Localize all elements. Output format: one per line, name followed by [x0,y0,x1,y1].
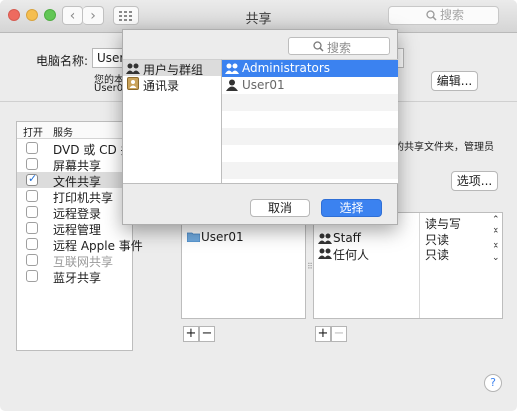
computer-name-info-line2: User0 [94,83,124,94]
contacts-book-icon [127,77,139,90]
group-icon [318,248,332,259]
service-row[interactable]: 远程 Apple 事件 [17,236,143,253]
search-icon [313,41,324,52]
shared-folder-label: User01 [201,230,244,244]
service-checkbox[interactable]: ✓ [26,172,38,186]
updown-arrows-icon[interactable]: ⌃ ⌄ [492,246,500,263]
remove-folder-button[interactable]: − [199,326,215,342]
service-checkbox[interactable] [26,238,38,250]
users-list: 读与写 ⌃ ⌄ Staff 只读 ⌃ ⌄ 任何人 只读 ⌃ ⌄ [313,212,503,319]
service-row[interactable]: ✓ 文件共享 [17,172,132,189]
service-row[interactable]: 蓝牙共享 [17,268,132,285]
service-checkbox[interactable] [26,190,38,202]
user-row[interactable]: Staff 只读 ⌃ ⌄ [314,230,502,248]
sheet-search-field[interactable]: 搜索 [288,37,390,55]
group-icon [318,233,332,244]
group-icon [126,63,140,74]
service-row[interactable]: 远程登录 [17,204,132,221]
search-placeholder: 搜索 [440,8,465,22]
empty-row [222,94,398,111]
shared-folder-row[interactable]: User01 [182,229,305,245]
add-folder-button[interactable]: + [183,326,199,342]
service-row[interactable]: DVD 或 CD 共享 [17,140,145,157]
cancel-button[interactable]: 取消 [250,199,310,217]
member-item-administrators[interactable]: Administrators [222,60,398,77]
empty-row [222,162,398,179]
checkmark-icon: ✓ [28,172,38,185]
service-checkbox[interactable] [26,254,38,266]
empty-row [222,128,398,145]
file-sharing-description: 上的共享文件夹，管理员 [384,142,494,153]
search-icon [426,10,437,21]
service-label: 蓝牙共享 [53,271,102,285]
edit-button[interactable]: 编辑... [431,71,478,91]
service-checkbox[interactable] [26,222,38,234]
member-item-user01[interactable]: User01 [222,77,398,94]
sheet-search-placeholder: 搜索 [327,41,352,55]
source-label: 通讯录 [143,79,180,93]
service-row[interactable]: 远程管理 [17,220,132,237]
help-button[interactable]: ? [484,374,502,392]
choose-user-sheet: 搜索 用户与群组 通讯录 Administrators User01 取消 选择 [122,29,398,225]
remove-user-button[interactable]: − [331,326,347,342]
services-header: 打开 服务 [17,122,132,139]
header-service: 服务 [53,128,73,139]
user-icon [226,79,238,91]
service-checkbox[interactable] [26,270,38,282]
service-row[interactable]: 打印机共享 [17,188,132,205]
member-list: Administrators User01 [221,59,398,184]
user-permission: 只读 [425,248,450,262]
service-checkbox[interactable] [26,142,38,154]
split-handle-icon[interactable]: ⠿ [307,262,313,271]
service-row[interactable]: 互联网共享 [17,252,132,269]
search-field[interactable]: 搜索 [388,6,499,25]
service-checkbox[interactable] [26,206,38,218]
service-checkbox[interactable] [26,158,38,170]
services-list: 打开 服务 DVD 或 CD 共享 屏幕共享 ✓ 文件共享 打印机共享 远程登录 远程管理远… [16,121,145,351]
member-label: Administrators [242,61,331,75]
service-row[interactable]: 屏幕共享 [17,156,132,173]
folder-icon [187,232,200,242]
options-button[interactable]: 选项... [451,171,498,191]
source-item-users-groups[interactable]: 用户与群组 [123,60,221,77]
computer-name-value: User [97,51,125,65]
header-on: 打开 [23,128,43,139]
group-icon [225,63,239,74]
user-name: Staff [333,231,361,245]
shared-folders-list: User01 [181,212,306,319]
select-button[interactable]: 选择 [321,199,382,217]
add-user-button[interactable]: + [315,326,331,342]
computer-name-label: 电脑名称: [36,54,89,68]
source-list: 用户与群组 通讯录 [123,59,222,184]
sharing-window: ‹ › 共享 搜索 电脑名称: User 您的本 User0 编辑... 打开 … [0,0,517,411]
member-label: User01 [242,78,285,92]
user-row[interactable]: 任何人 只读 ⌃ ⌄ [314,245,502,263]
source-item-contacts[interactable]: 通讯录 [123,76,221,93]
user-name: 任何人 [333,248,370,262]
